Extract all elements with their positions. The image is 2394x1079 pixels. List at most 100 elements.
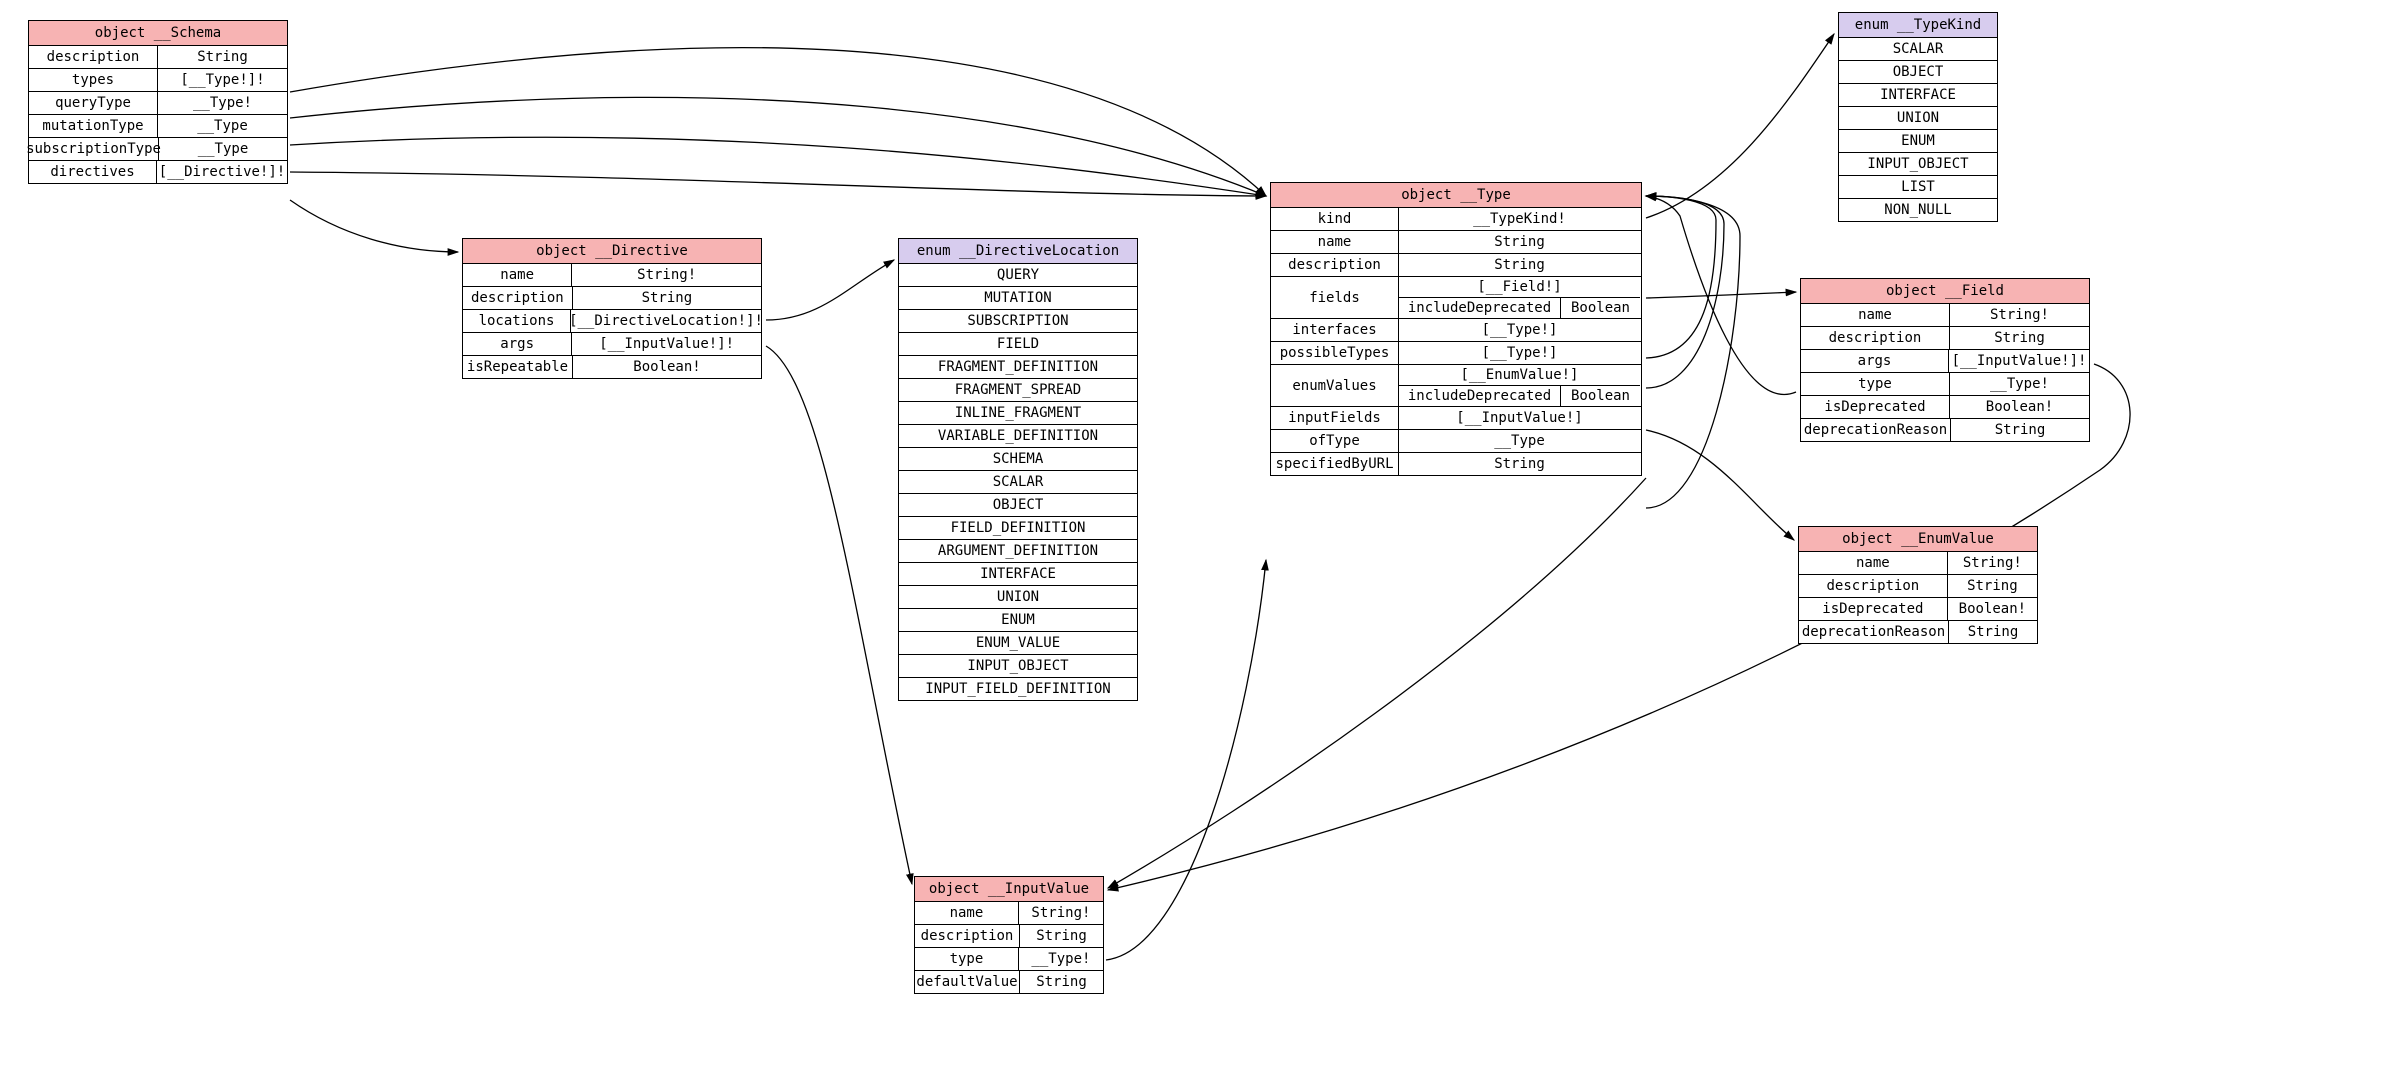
field-type: String: [1020, 971, 1103, 993]
enum-value: INTERFACE: [1839, 84, 1997, 107]
field-type: String!: [1950, 304, 2089, 326]
field-row: args[__InputValue!]!: [463, 333, 761, 356]
enum-value: INPUT_OBJECT: [1839, 153, 1997, 176]
field-row: nameString!: [463, 264, 761, 287]
field-type: String!: [1948, 552, 2037, 574]
relation-edge: [1646, 430, 1794, 540]
field-type: String: [1950, 327, 2089, 349]
field-name: enumValues: [1271, 365, 1399, 406]
nested-arg-name: includeDeprecated: [1399, 386, 1561, 406]
field-type: [__DirectiveLocation!]!: [571, 310, 761, 332]
field-row: descriptionString: [915, 925, 1103, 948]
entity-directive_location: enum __DirectiveLocationQUERYMUTATIONSUB…: [898, 238, 1138, 701]
field-type: String!: [572, 264, 761, 286]
field-name: description: [463, 287, 573, 309]
field-row: descriptionString: [29, 46, 287, 69]
field-name: directives: [29, 161, 157, 183]
field-name: isDeprecated: [1801, 396, 1950, 418]
entity-title: object __InputValue: [915, 877, 1103, 902]
relation-edge: [1646, 196, 1740, 508]
enum-value: OBJECT: [1839, 61, 1997, 84]
field-type: __Type!: [158, 92, 287, 114]
entity-title: enum __TypeKind: [1839, 13, 1997, 38]
enum-value: INTERFACE: [899, 563, 1137, 586]
enum-value: FIELD: [899, 333, 1137, 356]
enum-value: SCALAR: [1839, 38, 1997, 61]
field-row: descriptionString: [1799, 575, 2037, 598]
field-type: Boolean!: [1948, 598, 2037, 620]
relation-edge: [1646, 196, 1716, 358]
field-type: __Type!: [1019, 948, 1103, 970]
entity-schema: object __SchemadescriptionStringtypes[__…: [28, 20, 288, 184]
field-row: descriptionString: [463, 287, 761, 310]
field-row: descriptionString: [1801, 327, 2089, 350]
enum-value: FRAGMENT_SPREAD: [899, 379, 1137, 402]
nested-row: [__EnumValue!]: [1399, 365, 1640, 386]
field-row: specifiedByURLString: [1271, 453, 1641, 475]
field-row: inputFields[__InputValue!]: [1271, 407, 1641, 430]
field-row: isDeprecatedBoolean!: [1799, 598, 2037, 621]
entity-title: object __EnumValue: [1799, 527, 2037, 552]
relation-edge: [766, 346, 912, 884]
field-name: args: [1801, 350, 1949, 372]
field-name: ofType: [1271, 430, 1399, 452]
entity-field: object __FieldnameString!descriptionStri…: [1800, 278, 2090, 442]
field-name: type: [915, 948, 1019, 970]
enum-value: UNION: [899, 586, 1137, 609]
field-type: [__Type!]: [1399, 342, 1640, 364]
field-name: name: [463, 264, 572, 286]
enum-value: SCHEMA: [899, 448, 1137, 471]
field-name: name: [915, 902, 1019, 924]
field-name: isRepeatable: [463, 356, 573, 378]
field-type: [__Type!]!: [158, 69, 287, 91]
field-row: enumValues[__EnumValue!]includeDeprecate…: [1271, 365, 1641, 407]
entity-directive: object __DirectivenameString!description…: [462, 238, 762, 379]
field-type: String!: [1019, 902, 1103, 924]
field-type: String: [1399, 254, 1640, 276]
field-name: kind: [1271, 208, 1399, 230]
enum-value: ENUM_VALUE: [899, 632, 1137, 655]
entity-title: enum __DirectiveLocation: [899, 239, 1137, 264]
field-row: deprecationReasonString: [1801, 419, 2089, 441]
field-type: Boolean!: [1950, 396, 2089, 418]
entity-title: object __Field: [1801, 279, 2089, 304]
field-name: locations: [463, 310, 571, 332]
entity-type: object __Typekind__TypeKind!nameStringde…: [1270, 182, 1642, 476]
field-name: name: [1801, 304, 1950, 326]
enum-value: ARGUMENT_DEFINITION: [899, 540, 1137, 563]
enum-value: INLINE_FRAGMENT: [899, 402, 1137, 425]
entity-type_kind: enum __TypeKindSCALAROBJECTINTERFACEUNIO…: [1838, 12, 1998, 222]
entity-title: object __Type: [1271, 183, 1641, 208]
field-row: nameString!: [1801, 304, 2089, 327]
field-type: [__Type!]: [1399, 319, 1640, 341]
field-name: name: [1271, 231, 1399, 253]
nested-arg-name: includeDeprecated: [1399, 298, 1561, 318]
field-name: mutationType: [29, 115, 158, 137]
field-name: queryType: [29, 92, 158, 114]
field-row: kind__TypeKind!: [1271, 208, 1641, 231]
field-type: [__InputValue!]!: [572, 333, 761, 355]
field-name: type: [1801, 373, 1950, 395]
field-type: [__EnumValue!]includeDeprecatedBoolean: [1399, 365, 1640, 406]
enum-value: ENUM: [1839, 130, 1997, 153]
field-type: [__Field!]includeDeprecatedBoolean: [1399, 277, 1640, 318]
field-row: isRepeatableBoolean!: [463, 356, 761, 378]
field-name: types: [29, 69, 158, 91]
field-type: [__InputValue!]!: [1949, 350, 2089, 372]
field-type: String: [1949, 621, 2037, 643]
field-type: [__InputValue!]: [1399, 407, 1640, 429]
relation-edge: [290, 200, 458, 252]
field-name: args: [463, 333, 572, 355]
nested-type: [__EnumValue!]: [1399, 365, 1640, 385]
entity-title: object __Schema: [29, 21, 287, 46]
field-name: isDeprecated: [1799, 598, 1948, 620]
field-row: isDeprecatedBoolean!: [1801, 396, 2089, 419]
relation-edge: [290, 172, 1266, 196]
enum-value: FRAGMENT_DEFINITION: [899, 356, 1137, 379]
field-type: String: [1020, 925, 1103, 947]
relation-edge: [290, 137, 1266, 196]
relation-edge: [1646, 196, 1796, 394]
field-name: subscriptionType: [29, 138, 159, 160]
field-row: type__Type!: [1801, 373, 2089, 396]
relation-edge: [290, 97, 1266, 196]
